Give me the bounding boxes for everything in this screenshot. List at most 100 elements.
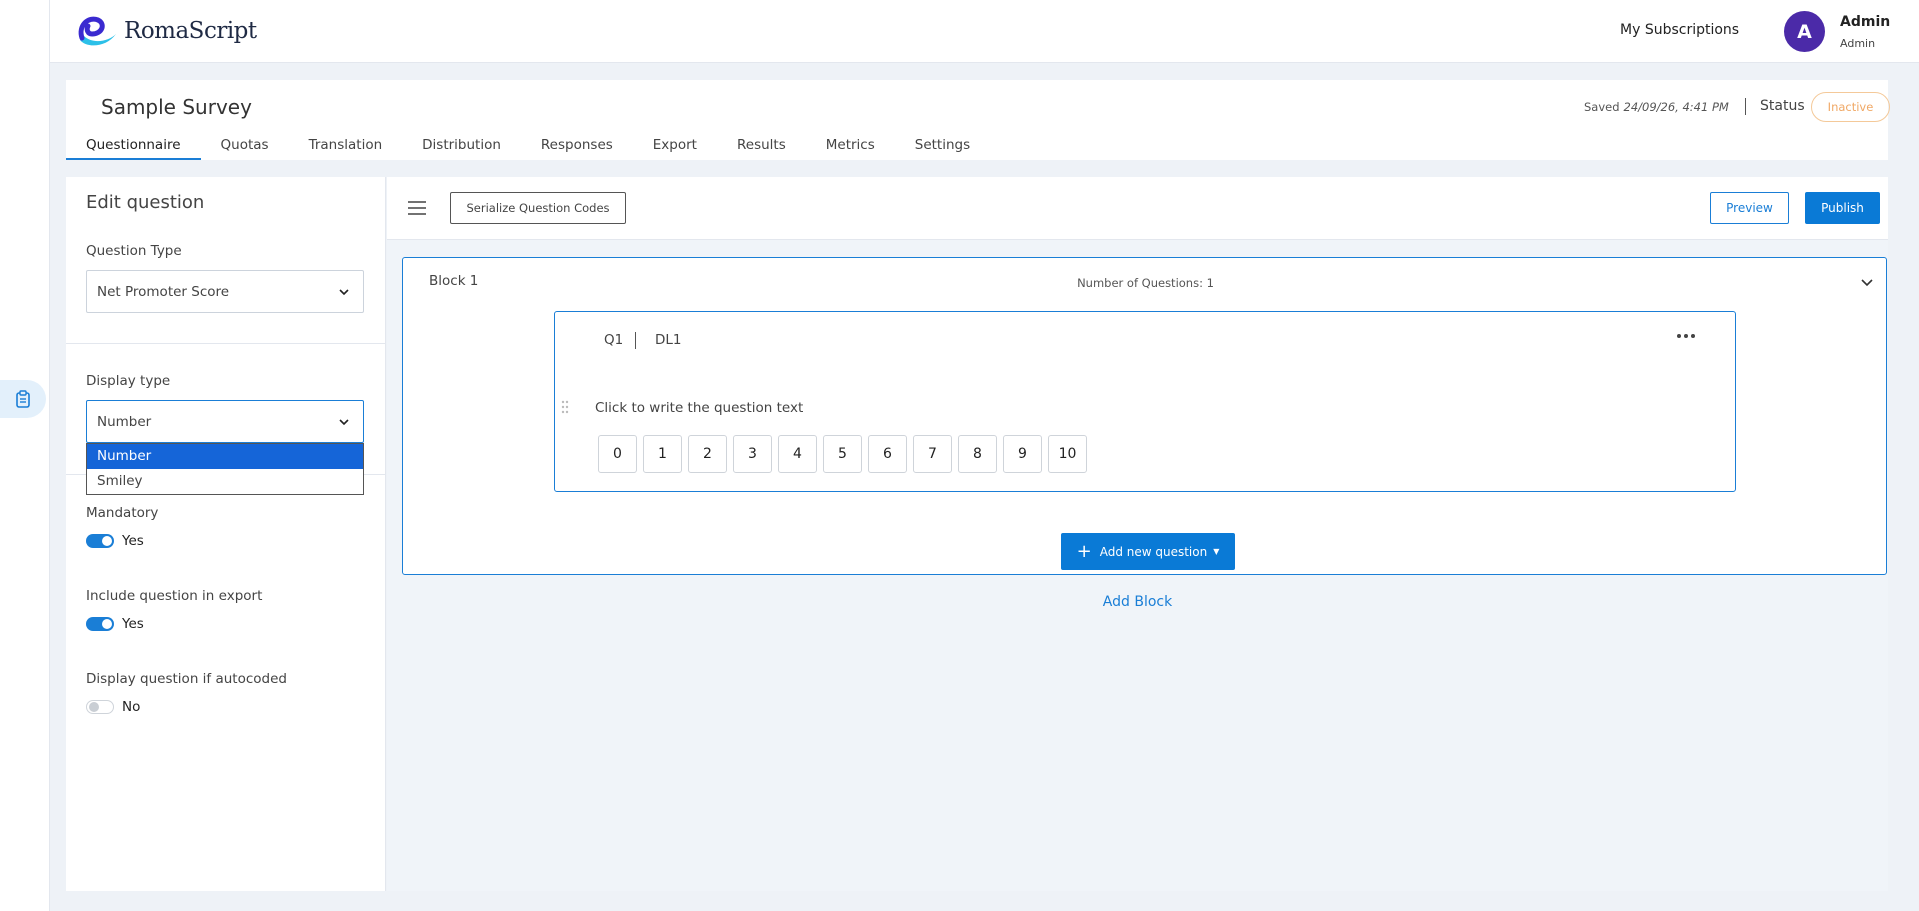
- hamburger-menu-icon[interactable]: [408, 200, 426, 216]
- autocoded-value: No: [122, 699, 141, 715]
- chevron-down-icon: [339, 419, 349, 426]
- autocoded-toggle-row: No: [86, 699, 140, 715]
- avatar[interactable]: A: [1784, 11, 1825, 52]
- add-question-label: Add new question: [1099, 544, 1208, 559]
- status-label: Status: [1760, 98, 1805, 114]
- saved-time: 24/09/26, 4:41 PM: [1623, 100, 1729, 114]
- display-type-label: Display type: [86, 373, 171, 389]
- scale-value: 0: [613, 446, 622, 462]
- tab-questionnaire[interactable]: Questionnaire: [66, 136, 201, 160]
- scale-value: 7: [928, 446, 937, 462]
- scale-value: 6: [883, 446, 892, 462]
- scale-value: 5: [838, 446, 847, 462]
- saved-label: Saved: [1584, 100, 1620, 114]
- status-badge[interactable]: Inactive: [1811, 92, 1890, 122]
- option-smiley[interactable]: Smiley: [87, 469, 363, 494]
- scale-option[interactable]: 8: [958, 435, 997, 473]
- questionnaire-main: Serialize Question Codes Preview Publish…: [387, 177, 1888, 891]
- scale-value: 1: [658, 446, 667, 462]
- scale-value: 4: [793, 446, 802, 462]
- scale-value: 3: [748, 446, 757, 462]
- publish-button[interactable]: Publish: [1805, 192, 1880, 224]
- scale-option[interactable]: 7: [913, 435, 952, 473]
- my-subscriptions-link[interactable]: My Subscriptions: [1620, 22, 1739, 38]
- toggle-knob: [102, 619, 112, 629]
- mandatory-value: Yes: [122, 533, 144, 549]
- page-title: Sample Survey: [101, 95, 252, 119]
- scale-option[interactable]: 4: [778, 435, 817, 473]
- edit-question-panel: Edit question Question Type Net Promoter…: [66, 177, 386, 891]
- export-value: Yes: [122, 616, 144, 632]
- caret-down-icon: ▼: [1213, 547, 1220, 556]
- clipboard-icon: [16, 390, 30, 408]
- export-label: Include question in export: [86, 588, 263, 604]
- serialize-question-codes-button[interactable]: Serialize Question Codes: [450, 192, 626, 224]
- scale-option[interactable]: 1: [643, 435, 682, 473]
- tab-results[interactable]: Results: [717, 136, 806, 160]
- question-type-select[interactable]: Net Promoter Score: [86, 270, 364, 313]
- scale-option[interactable]: 5: [823, 435, 862, 473]
- scale-value: 9: [1018, 446, 1027, 462]
- scale-option[interactable]: 2: [688, 435, 727, 473]
- logo-text: RomaScript: [124, 18, 257, 44]
- scale-value: 2: [703, 446, 712, 462]
- saved-indicator: Saved 24/09/26, 4:41 PM: [1584, 100, 1729, 114]
- scale-option[interactable]: 6: [868, 435, 907, 473]
- scale-option[interactable]: 9: [1003, 435, 1042, 473]
- tab-responses[interactable]: Responses: [521, 136, 633, 160]
- tab-settings[interactable]: Settings: [895, 136, 990, 160]
- logo-mark-icon: [78, 16, 116, 46]
- preview-button[interactable]: Preview: [1710, 192, 1789, 224]
- question-code: Q1: [604, 332, 624, 348]
- nps-scale: 0 1 2 3 4 5 6 7 8 9 10: [598, 435, 1087, 473]
- user-name: Admin: [1840, 14, 1891, 30]
- scale-option[interactable]: 3: [733, 435, 772, 473]
- drag-handle-icon[interactable]: [561, 400, 569, 414]
- app-logo[interactable]: RomaScript: [76, 14, 257, 48]
- question-type-label: Question Type: [86, 243, 182, 259]
- export-toggle[interactable]: [86, 617, 114, 631]
- question-type-value: Net Promoter Score: [97, 283, 230, 300]
- toggle-knob: [102, 536, 112, 546]
- autocoded-toggle[interactable]: [86, 700, 114, 714]
- autocoded-label: Display question if autocoded: [86, 671, 287, 687]
- scale-option[interactable]: 10: [1048, 435, 1087, 473]
- user-role: Admin: [1840, 37, 1876, 50]
- survey-tabs: Questionnaire Quotas Translation Distrib…: [66, 136, 990, 160]
- tab-distribution[interactable]: Distribution: [402, 136, 521, 160]
- chevron-down-icon: [339, 289, 349, 296]
- export-toggle-row: Yes: [86, 616, 144, 632]
- more-options-icon[interactable]: [1677, 334, 1695, 338]
- mandatory-toggle-row: Yes: [86, 533, 144, 549]
- tab-metrics[interactable]: Metrics: [806, 136, 895, 160]
- display-type-select[interactable]: Number: [86, 400, 364, 443]
- toolbar: Serialize Question Codes Preview Publish: [387, 177, 1888, 240]
- questionnaire-nav-button[interactable]: [0, 380, 46, 418]
- tab-export[interactable]: Export: [633, 136, 717, 160]
- divider: [635, 332, 636, 349]
- left-rail: [0, 0, 50, 911]
- add-new-question-button[interactable]: + Add new question ▼: [1061, 533, 1235, 570]
- add-block-link[interactable]: Add Block: [387, 594, 1888, 610]
- option-number[interactable]: Number: [87, 444, 363, 469]
- question-label[interactable]: DL1: [655, 332, 682, 348]
- scale-value: 8: [973, 446, 982, 462]
- question-block: Block 1 Number of Questions: 1 Q1 DL1 Cl…: [402, 257, 1887, 575]
- plus-icon: +: [1076, 540, 1092, 562]
- question-count: Number of Questions: 1: [1077, 276, 1214, 290]
- panel-title: Edit question: [86, 192, 205, 213]
- question-text[interactable]: Click to write the question text: [595, 400, 803, 416]
- display-type-dropdown: Number Smiley: [86, 443, 364, 495]
- divider: [1745, 98, 1746, 115]
- question-card[interactable]: Q1 DL1 Click to write the question text …: [554, 311, 1736, 492]
- toggle-knob: [89, 702, 99, 712]
- tab-translation[interactable]: Translation: [289, 136, 403, 160]
- display-type-value: Number: [97, 413, 152, 430]
- mandatory-toggle[interactable]: [86, 534, 114, 548]
- tab-quotas[interactable]: Quotas: [201, 136, 289, 160]
- survey-header: Sample Survey Saved 24/09/26, 4:41 PM Sta…: [66, 80, 1890, 160]
- scale-option[interactable]: 0: [598, 435, 637, 473]
- mandatory-label: Mandatory: [86, 505, 159, 521]
- scale-value: 10: [1058, 446, 1077, 462]
- chevron-down-icon[interactable]: [1860, 275, 1874, 289]
